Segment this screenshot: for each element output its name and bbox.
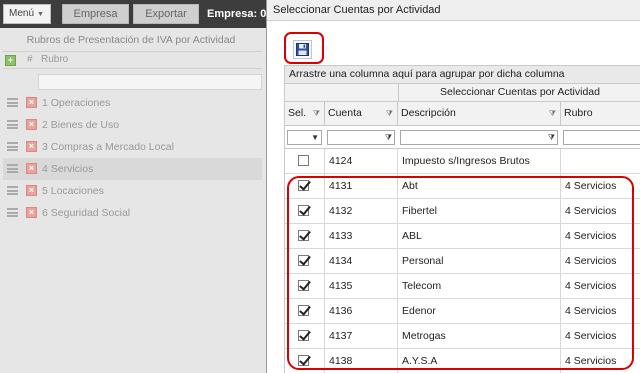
column-header-sel-label: Sel. — [288, 107, 307, 119]
band-header: Seleccionar Cuentas por Actividad — [398, 84, 640, 102]
delete-icon[interactable]: × — [26, 207, 37, 218]
save-highlight — [284, 32, 324, 64]
table-row[interactable]: 4124 Impuesto s/Ingresos Brutos — [285, 149, 640, 174]
rubro-cell — [561, 149, 640, 174]
menu-label: Menú — [9, 8, 35, 19]
chevron-down-icon: ▼ — [37, 11, 44, 18]
delete-icon[interactable]: × — [26, 141, 37, 152]
column-header-hash: # — [27, 54, 33, 65]
band-header-spacer — [285, 84, 398, 102]
filter-icon[interactable]: ⧩ — [548, 131, 555, 144]
filter-icon[interactable]: ⧩ — [386, 102, 393, 125]
rubros-grid-header: + # Rubro — [3, 51, 262, 69]
drag-handle-icon[interactable] — [7, 186, 18, 195]
cuenta-cell: 4124 — [325, 149, 398, 174]
rubro-label: 3 Compras a Mercado Local — [42, 141, 174, 153]
rubro-row-selected[interactable]: × 4 Servicios — [3, 158, 262, 180]
descripcion-filter-input[interactable]: ⧩ — [400, 130, 558, 145]
drag-handle-icon[interactable] — [7, 98, 18, 107]
rubro-label: 4 Servicios — [42, 163, 94, 175]
column-header-cuenta[interactable]: Cuenta ⧩ — [325, 102, 398, 126]
dialog-title: Seleccionar Cuentas por Actividad — [267, 0, 640, 21]
drag-handle-icon[interactable] — [7, 164, 18, 173]
column-header-rubro[interactable]: Rubro — [561, 102, 640, 126]
rubro-label: 2 Bienes de Uso — [42, 119, 120, 131]
descripcion-cell: Impuesto s/Ingresos Brutos — [398, 149, 561, 174]
sel-cell — [285, 149, 325, 174]
rubros-panel-title: Rubros de Presentación de IVA por Activi… — [26, 34, 236, 46]
delete-icon[interactable]: × — [26, 163, 37, 174]
rubro-filter-input[interactable] — [38, 74, 262, 90]
rubro-row[interactable]: × 6 Seguridad Social — [3, 202, 262, 224]
menu-button[interactable]: Menú ▼ — [3, 4, 51, 24]
column-header-descripcion-label: Descripción — [401, 107, 456, 119]
column-header-cuenta-label: Cuenta — [328, 107, 362, 119]
column-header-rubro[interactable]: Rubro — [41, 54, 68, 65]
rubro-label: 6 Seguridad Social — [42, 207, 131, 219]
column-header-rubro-label: Rubro — [564, 107, 593, 119]
chevron-down-icon: ▼ — [311, 133, 319, 142]
selected-rows-highlight — [287, 176, 634, 370]
rubro-label: 1 Operaciones — [42, 97, 111, 109]
rubro-filter-input[interactable] — [563, 130, 640, 145]
add-icon[interactable]: + — [5, 55, 16, 66]
rubro-label: 5 Locaciones — [42, 185, 104, 197]
rubro-row[interactable]: × 1 Operaciones — [3, 92, 262, 114]
group-by-bar[interactable]: Arrastre una columna aquí para agrupar p… — [285, 66, 640, 84]
delete-icon[interactable]: × — [26, 185, 37, 196]
empresa-label: Empresa: 05 — [207, 8, 273, 20]
row-checkbox[interactable] — [298, 155, 309, 166]
rubro-row[interactable]: × 5 Locaciones — [3, 180, 262, 202]
filter-row: ▼ ⧩ ⧩ — [285, 127, 640, 149]
rubro-row[interactable]: × 2 Bienes de Uso — [3, 114, 262, 136]
filter-icon[interactable]: ⧩ — [313, 102, 320, 125]
column-header-sel[interactable]: Sel. ⧩ — [285, 102, 325, 126]
filter-icon[interactable]: ⧩ — [549, 102, 556, 125]
delete-icon[interactable]: × — [26, 97, 37, 108]
rubro-row[interactable]: × 3 Compras a Mercado Local — [3, 136, 262, 158]
sel-filter-dropdown[interactable]: ▼ — [287, 130, 322, 145]
drag-handle-icon[interactable] — [7, 208, 18, 217]
empresa-button[interactable]: Empresa — [62, 4, 129, 24]
exportar-button[interactable]: Exportar — [133, 4, 199, 24]
drag-handle-icon[interactable] — [7, 142, 18, 151]
column-header-descripcion[interactable]: Descripción ⧩ — [398, 102, 561, 126]
drag-handle-icon[interactable] — [7, 120, 18, 129]
cuenta-filter-input[interactable]: ⧩ — [327, 130, 395, 145]
delete-icon[interactable]: × — [26, 119, 37, 130]
filter-icon[interactable]: ⧩ — [385, 131, 392, 144]
